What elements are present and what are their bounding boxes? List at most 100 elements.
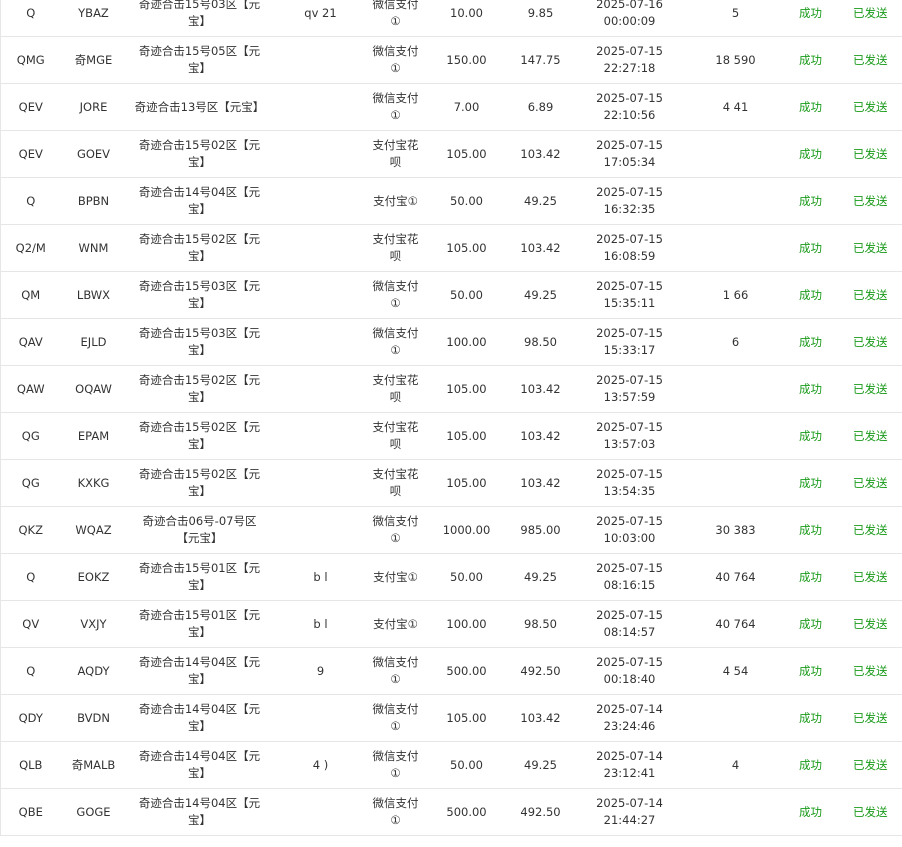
account-cell: 9 xyxy=(272,647,369,695)
payment-status-cell: 成功 xyxy=(782,788,839,836)
account-cell xyxy=(272,36,369,84)
table-row: QDY BVDN 奇迹合击14号04区【元宝】 微信支付① 105.00 103.42 20… xyxy=(0,694,902,742)
shipping-status-cell: 已发送 xyxy=(838,130,902,178)
order-time: 16:08:59 xyxy=(603,249,656,263)
payment-method-cell: 支付宝花呗 xyxy=(368,412,423,460)
payment-method-cell: 微信支付① xyxy=(368,36,423,84)
buyer-contact-cell: 4 54 xyxy=(688,647,783,695)
buyer-contact-cell: 5 xyxy=(688,0,783,37)
buyer-contact-cell: 4 41 xyxy=(688,83,783,131)
order-id-cell: QV xyxy=(0,600,61,648)
shipping-status-cell: 已发送 xyxy=(838,600,902,648)
table-row: Q AQDY 奇迹合击14号04区【元宝】 9 微信支付① 500.00 492.50 202… xyxy=(0,647,902,695)
order-date: 2025-07-15 xyxy=(596,326,663,340)
amount-cell: 1000.00 xyxy=(422,506,511,554)
received-amount-cell: 98.50 xyxy=(510,600,571,648)
amount-cell: 7.00 xyxy=(422,83,511,131)
order-time: 15:33:17 xyxy=(603,343,656,357)
account-cell: 4 ) xyxy=(272,741,369,789)
order-id-cell: QBE xyxy=(0,788,61,836)
payment-status-cell: 成功 xyxy=(782,647,839,695)
order-id-cell: Q xyxy=(0,647,61,695)
shipping-status-cell: 已发送 xyxy=(838,553,902,601)
shipping-status-cell: 已发送 xyxy=(838,412,902,460)
table-row: QMG 奇MGE 奇迹合击15号05区【元宝】 微信支付① 150.00 147.75 20… xyxy=(0,36,902,84)
order-time: 13:57:59 xyxy=(603,390,656,404)
amount-cell: 105.00 xyxy=(422,224,511,272)
orders-table-viewport: Q YBAZ 奇迹合击15号03区【元宝】 qv 21 微信支付① 10.00 9.85 20… xyxy=(0,0,902,847)
amount-cell: 105.00 xyxy=(422,365,511,413)
order-date: 2025-07-15 xyxy=(596,467,663,481)
order-code-cell: OQAW xyxy=(60,365,127,413)
order-time-cell: 2025-07-15 13:57:03 xyxy=(570,412,689,460)
buyer-contact-cell xyxy=(688,224,783,272)
order-time: 13:54:35 xyxy=(603,484,656,498)
order-id-cell: QAV xyxy=(0,318,61,366)
game-server-cell: 奇迹合击15号05区【元宝】 xyxy=(126,36,273,84)
account-cell xyxy=(272,271,369,319)
order-code-cell: WQAZ xyxy=(60,506,127,554)
shipping-status-cell: 已发送 xyxy=(838,365,902,413)
order-time-cell: 2025-07-15 15:33:17 xyxy=(570,318,689,366)
received-amount-cell: 103.42 xyxy=(510,694,571,742)
order-code-cell: EOKZ xyxy=(60,553,127,601)
order-date: 2025-07-15 xyxy=(596,420,663,434)
game-server-cell: 奇迹合击14号04区【元宝】 xyxy=(126,741,273,789)
payment-status-cell: 成功 xyxy=(782,412,839,460)
account-cell: b l xyxy=(272,553,369,601)
order-time: 21:44:27 xyxy=(603,813,656,827)
order-code-cell: EJLD xyxy=(60,318,127,366)
order-code-cell: GOGE xyxy=(60,788,127,836)
received-amount-cell: 985.00 xyxy=(510,506,571,554)
account-cell: qv 21 xyxy=(272,0,369,37)
payment-status-cell: 成功 xyxy=(782,600,839,648)
received-amount-cell: 49.25 xyxy=(510,271,571,319)
order-id-cell: QM xyxy=(0,271,61,319)
amount-cell: 500.00 xyxy=(422,788,511,836)
table-row: QBE GOGE 奇迹合击14号04区【元宝】 微信支付① 500.00 492.50 20… xyxy=(0,788,902,836)
game-server-cell: 奇迹合击14号04区【元宝】 xyxy=(126,647,273,695)
order-id-cell: QDY xyxy=(0,694,61,742)
order-id-cell: QKZ xyxy=(0,506,61,554)
game-server-cell: 奇迹合击15号03区【元宝】 xyxy=(126,271,273,319)
shipping-status-cell: 已发送 xyxy=(838,694,902,742)
payment-method-cell: 微信支付① xyxy=(368,318,423,366)
shipping-status-cell: 已发送 xyxy=(838,741,902,789)
amount-cell: 100.00 xyxy=(422,318,511,366)
amount-cell: 10.00 xyxy=(422,0,511,37)
order-time: 23:12:41 xyxy=(603,766,656,780)
game-server-cell: 奇迹合击15号01区【元宝】 xyxy=(126,600,273,648)
table-row: Q BPBN 奇迹合击14号04区【元宝】 支付宝① 50.00 49.25 2025-07… xyxy=(0,177,902,225)
order-code-cell: BPBN xyxy=(60,177,127,225)
table-row: Q YBAZ 奇迹合击15号03区【元宝】 qv 21 微信支付① 10.00 9.85 20… xyxy=(0,0,902,37)
received-amount-cell: 492.50 xyxy=(510,788,571,836)
game-server-cell: 奇迹合击14号04区【元宝】 xyxy=(126,788,273,836)
buyer-contact-cell xyxy=(688,788,783,836)
shipping-status-cell: 已发送 xyxy=(838,36,902,84)
table-row: QG EPAM 奇迹合击15号02区【元宝】 支付宝花呗 105.00 103.42 202… xyxy=(0,412,902,460)
order-time: 23:24:46 xyxy=(603,719,656,733)
payment-status-cell: 成功 xyxy=(782,0,839,37)
table-row: Q EOKZ 奇迹合击15号01区【元宝】 b l 支付宝① 50.00 49.25 2025… xyxy=(0,553,902,601)
order-time-cell: 2025-07-15 08:14:57 xyxy=(570,600,689,648)
order-time: 15:35:11 xyxy=(603,296,656,310)
order-date: 2025-07-14 xyxy=(596,702,663,716)
order-date: 2025-07-14 xyxy=(596,796,663,810)
order-time-cell: 2025-07-14 23:24:46 xyxy=(570,694,689,742)
payment-status-cell: 成功 xyxy=(782,365,839,413)
shipping-status-cell: 已发送 xyxy=(838,271,902,319)
order-id-cell: Q xyxy=(0,177,61,225)
order-time-cell: 2025-07-15 22:27:18 xyxy=(570,36,689,84)
payment-status-cell: 成功 xyxy=(782,36,839,84)
buyer-contact-cell xyxy=(688,365,783,413)
amount-cell: 100.00 xyxy=(422,600,511,648)
payment-method-cell: 微信支付① xyxy=(368,694,423,742)
table-row: QKZ WQAZ 奇迹合击06号-07号区【元宝】 微信支付① 1000.00 985.0… xyxy=(0,506,902,554)
payment-method-cell: 微信支付① xyxy=(368,788,423,836)
game-server-cell: 奇迹合击15号03区【元宝】 xyxy=(126,318,273,366)
received-amount-cell: 103.42 xyxy=(510,224,571,272)
order-code-cell: EPAM xyxy=(60,412,127,460)
received-amount-cell: 98.50 xyxy=(510,318,571,366)
order-time: 08:16:15 xyxy=(603,578,656,592)
table-row: QEV GOEV 奇迹合击15号02区【元宝】 支付宝花呗 105.00 103.42 20… xyxy=(0,130,902,178)
